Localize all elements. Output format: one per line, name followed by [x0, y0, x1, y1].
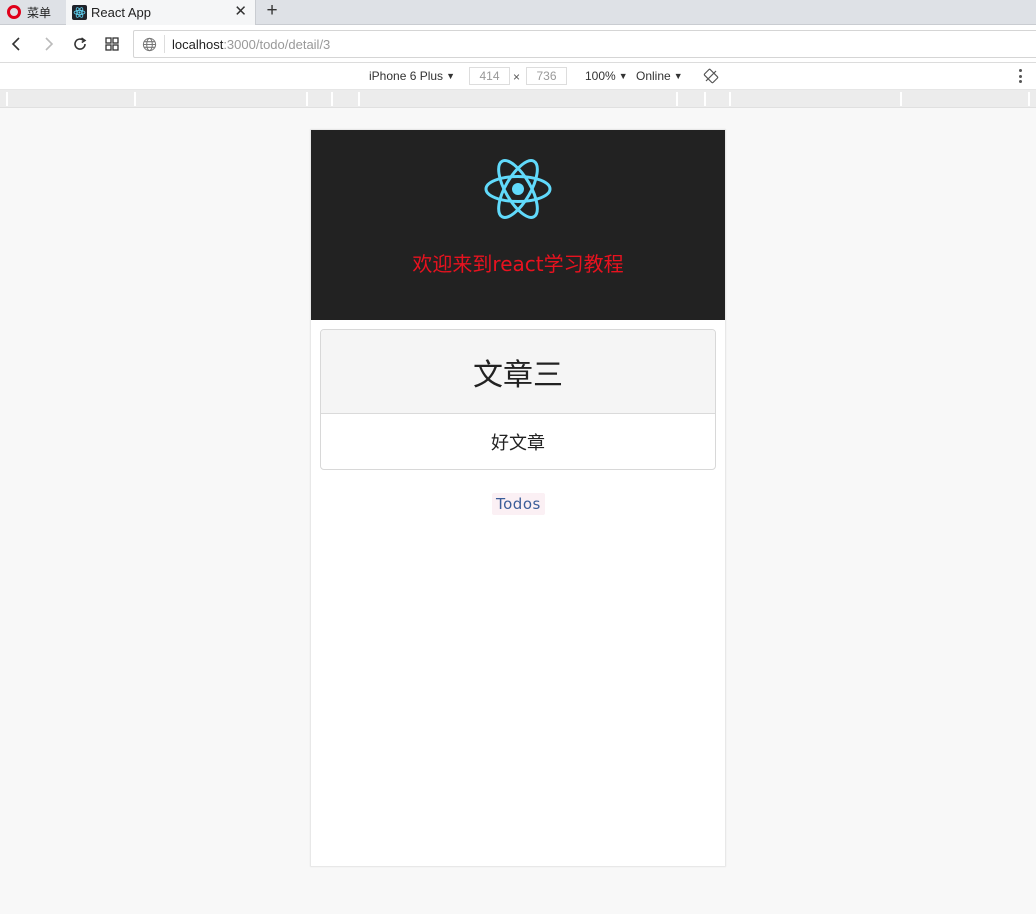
menu-label: 菜单 — [27, 5, 52, 20]
device-toolbar: iPhone 6 Plus ▼ 414 × 736 100% ▼ Online ▼ — [0, 63, 1036, 90]
ruler-mark[interactable] — [331, 92, 333, 106]
device-name: iPhone 6 Plus — [369, 69, 444, 83]
navigation-bar: localhost:3000/todo/detail/3 — [0, 25, 1036, 63]
device-viewport: 欢迎来到react学习教程 文章三 好文章 Todos — [311, 130, 725, 866]
dimension-separator: × — [513, 70, 521, 84]
article-card: 文章三 好文章 — [320, 329, 716, 470]
opera-menu-button[interactable]: 菜单 — [0, 0, 63, 24]
rotate-icon[interactable] — [703, 68, 719, 84]
ruler-mark[interactable] — [306, 92, 308, 106]
article-title: 文章三 — [321, 330, 715, 414]
url-text[interactable]: localhost:3000/todo/detail/3 — [172, 37, 330, 52]
ruler-mark[interactable] — [900, 92, 902, 106]
speed-dial-icon[interactable] — [102, 34, 122, 54]
globe-icon — [142, 37, 157, 57]
network-throttle-select[interactable]: Online ▼ — [636, 69, 683, 83]
app-title: 欢迎来到react学习教程 — [412, 252, 624, 276]
height-input[interactable]: 736 — [526, 67, 567, 85]
ruler-mark[interactable] — [1028, 92, 1030, 106]
forward-icon[interactable] — [38, 34, 58, 54]
ruler-mark[interactable] — [676, 92, 678, 106]
url-separator — [164, 35, 165, 53]
zoom-value: 100% — [585, 69, 616, 83]
url-host: localhost — [172, 37, 224, 52]
new-tab-button[interactable]: + — [262, 0, 282, 24]
device-select[interactable]: iPhone 6 Plus ▼ — [369, 69, 455, 83]
app-header: 欢迎来到react学习教程 — [311, 130, 725, 320]
tab-react-app[interactable]: React App ✕ — [66, 0, 256, 25]
article-body: 好文章 — [491, 433, 545, 454]
dropdown-arrow-icon: ▼ — [673, 71, 683, 81]
tab-strip: 菜单 React App ✕ + — [0, 0, 1036, 25]
zoom-select[interactable]: 100% ▼ — [585, 69, 628, 83]
back-icon[interactable] — [7, 34, 27, 54]
opera-logo-icon — [7, 5, 21, 19]
ruler-mark[interactable] — [729, 92, 731, 106]
ruler-mark[interactable] — [704, 92, 706, 106]
url-path: :3000/todo/detail/3 — [223, 37, 331, 52]
ruler-mark[interactable] — [134, 92, 136, 106]
close-tab-icon[interactable]: ✕ — [234, 2, 247, 20]
reload-icon[interactable] — [70, 34, 90, 54]
ruler-mark[interactable] — [6, 92, 8, 106]
more-options-icon[interactable] — [1017, 69, 1023, 83]
react-favicon-icon — [72, 5, 87, 20]
todos-link[interactable]: Todos — [492, 493, 545, 515]
dropdown-arrow-icon: ▼ — [446, 71, 455, 81]
media-query-ruler — [0, 90, 1036, 108]
ruler-mark[interactable] — [358, 92, 360, 106]
address-bar[interactable]: localhost:3000/todo/detail/3 — [133, 30, 1036, 58]
dropdown-arrow-icon: ▼ — [618, 71, 628, 81]
network-value: Online — [636, 69, 671, 83]
react-logo-icon — [484, 159, 552, 219]
tab-title: React App — [91, 5, 151, 20]
width-input[interactable]: 414 — [469, 67, 510, 85]
